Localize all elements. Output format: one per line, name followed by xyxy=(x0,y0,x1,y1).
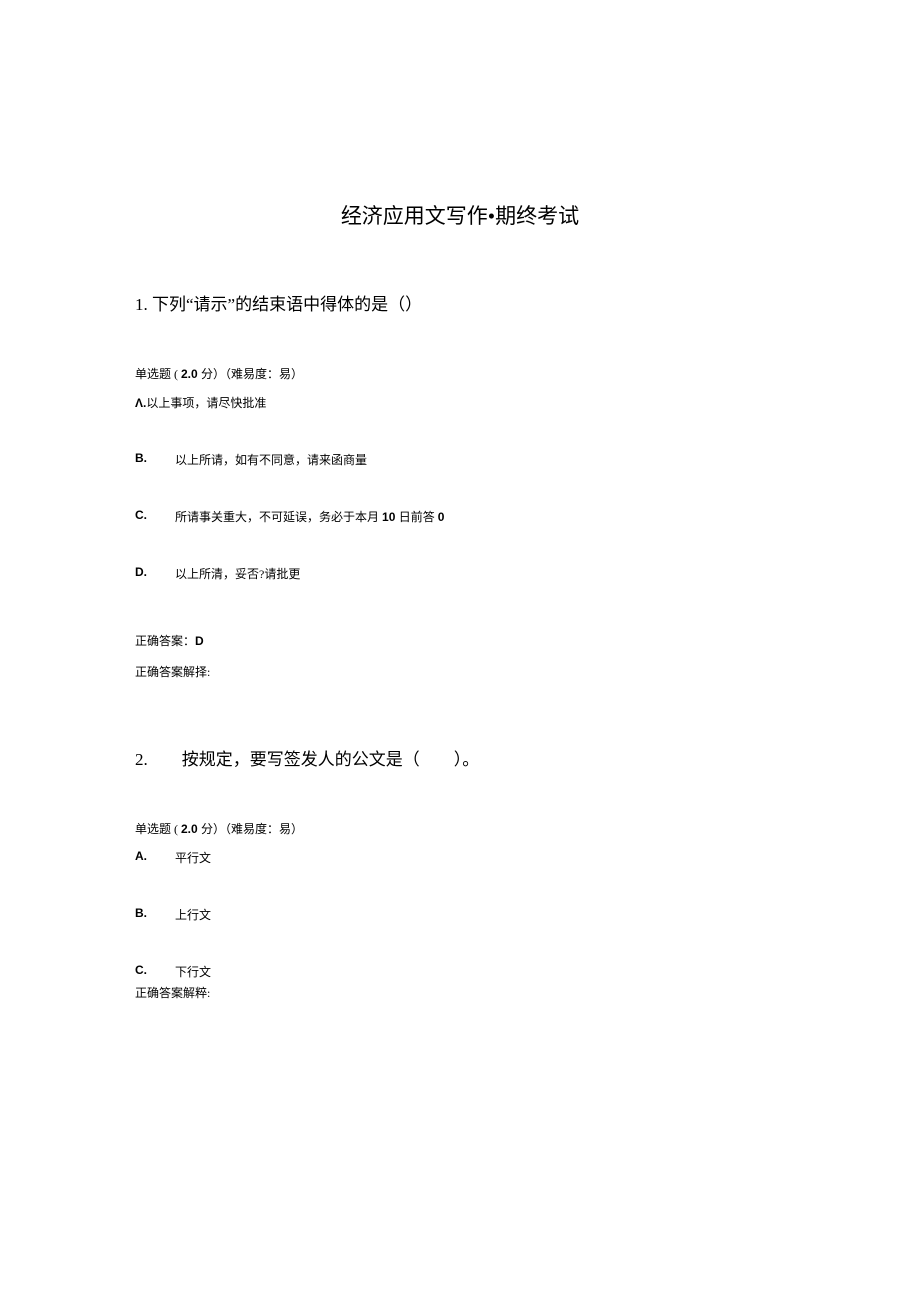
option-b-text: 以上所请，如有不同意，请来函商量 xyxy=(175,451,367,468)
option-c-mid: 日前答 xyxy=(399,510,438,524)
question-2-stem: 按规定，要写签发人的公文是（ ）。 xyxy=(182,750,480,769)
question-2-spacer xyxy=(148,750,182,769)
option-a-label-2: A. xyxy=(135,849,175,866)
option-c-label-2: C. xyxy=(135,963,175,980)
option-c-bold2: 0 xyxy=(438,510,445,524)
question-2-explain-label: 正确答案解粹: xyxy=(135,984,785,1001)
option-a-text-2: 平行文 xyxy=(175,849,211,866)
meta-suffix-2: 分）（难易度：易） xyxy=(201,822,303,836)
meta-points: 2.0 xyxy=(181,367,201,381)
question-2-option-c: C. 下行文 xyxy=(135,963,785,980)
document-title: 经济应用文写作•期终考试 xyxy=(135,200,785,230)
question-2-title: 2. 按规定，要写签发人的公文是（ ）。 xyxy=(135,745,785,770)
question-1-meta: 单选题 ( 2.0 分）（难易度：易） xyxy=(135,365,785,382)
question-2: 2. 按规定，要写签发人的公文是（ ）。 单选题 ( 2.0 分）（难易度：易）… xyxy=(135,745,785,1001)
question-1-number: 1. xyxy=(135,295,148,314)
question-1-answer: 正确答案：D xyxy=(135,632,785,649)
answer-value: D xyxy=(195,634,204,648)
meta-prefix: 单选题 ( xyxy=(135,367,181,381)
question-2-option-b: B. 上行文 xyxy=(135,906,785,923)
question-1-option-b: B. 以上所请，如有不同意，请来函商量 xyxy=(135,451,785,468)
option-c-text: 所请事关重大，不可延误，务必于本月 10 日前答 0 xyxy=(175,508,444,525)
question-1-option-c: C. 所请事关重大，不可延误，务必于本月 10 日前答 0 xyxy=(135,508,785,525)
option-b-label: B. xyxy=(135,451,175,468)
option-d-label: D. xyxy=(135,565,175,582)
question-2-number: 2. xyxy=(135,750,148,769)
option-a-label: Λ. xyxy=(135,396,146,410)
option-c-text-2: 下行文 xyxy=(175,963,211,980)
option-c-text-pre: 所请事关重大，不可延误，务必于本月 xyxy=(175,510,382,524)
meta-points-2: 2.0 xyxy=(181,822,201,836)
option-d-text: 以上所清，妥否?请批更 xyxy=(175,565,300,582)
option-a-text: 以上事项，请尽快批准 xyxy=(146,396,266,410)
option-c-label: C. xyxy=(135,508,175,525)
meta-prefix-2: 单选题 ( xyxy=(135,822,181,836)
answer-prefix: 正确答案： xyxy=(135,634,195,648)
meta-suffix: 分）（难易度：易） xyxy=(201,367,303,381)
question-1-option-d: D. 以上所清，妥否?请批更 xyxy=(135,565,785,582)
option-c-bold1: 10 xyxy=(382,510,399,524)
question-1-title: 1. 下列“请示”的结束语中得体的是（） xyxy=(135,290,785,315)
question-1-answer-block: 正确答案：D 正确答案解择: xyxy=(135,632,785,680)
question-2-option-a: A. 平行文 xyxy=(135,849,785,866)
option-b-text-2: 上行文 xyxy=(175,906,211,923)
question-1-option-a: Λ.以上事项，请尽快批准 xyxy=(135,394,785,411)
question-1-stem: 下列“请示”的结束语中得体的是（） xyxy=(152,295,422,314)
page-content: 经济应用文写作•期终考试 1. 下列“请示”的结束语中得体的是（） 单选题 ( … xyxy=(0,0,920,1001)
question-2-meta: 单选题 ( 2.0 分）（难易度：易） xyxy=(135,820,785,837)
question-1: 1. 下列“请示”的结束语中得体的是（） 单选题 ( 2.0 分）（难易度：易）… xyxy=(135,290,785,680)
option-b-label-2: B. xyxy=(135,906,175,923)
question-1-explain-label: 正确答案解择: xyxy=(135,663,785,680)
